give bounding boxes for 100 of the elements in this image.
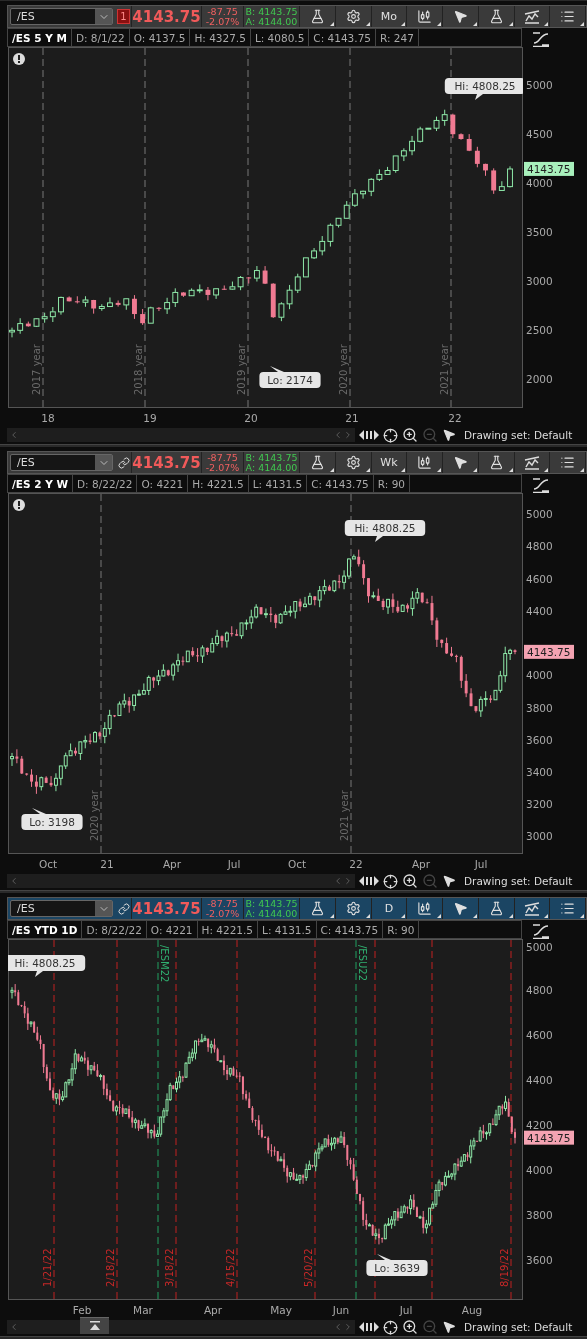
marker-label: 2021 year	[339, 790, 350, 841]
pan-icon[interactable]	[359, 875, 379, 887]
axis-label: 22	[448, 412, 462, 424]
price-callout: Hi: 4808.25	[444, 78, 526, 100]
axis-label: Apr	[203, 1304, 223, 1316]
ask-price: A: 4144.00	[245, 16, 298, 27]
bid-price: B: 4143.75	[245, 898, 298, 909]
marker-label: 2/18/22	[105, 1248, 116, 1287]
symbol-field[interactable]: /ES	[10, 8, 113, 25]
marker-label: 2017 year	[31, 344, 42, 395]
cursor-icon	[452, 9, 468, 24]
price-callout: Lo: 3639	[366, 1254, 428, 1276]
axis-label: 19	[143, 412, 157, 424]
price-callout: Hi: 4808.25	[8, 955, 86, 977]
last-price: 4143.75	[132, 453, 201, 472]
zoom-in-icon[interactable]	[402, 1319, 418, 1335]
percent-change: -2.07%	[205, 16, 240, 27]
settings-icon	[345, 9, 361, 24]
period-button[interactable]: Mo	[371, 6, 408, 27]
axis-label: 3200	[526, 798, 553, 810]
marker-label: 2020 year	[338, 344, 349, 395]
cursor-icon[interactable]	[442, 428, 456, 442]
candlestick-icon	[417, 9, 433, 24]
axis-label: 20	[244, 412, 258, 424]
axis-label: 21	[345, 412, 359, 424]
axis-label: May	[270, 1304, 292, 1316]
net-change: -87.75	[207, 452, 238, 463]
period-button[interactable]: D	[371, 898, 408, 919]
axis-label: 2500	[526, 324, 553, 336]
drawing-set-label[interactable]: Drawing set: Default	[464, 1321, 573, 1333]
symbol-field[interactable]: /ES	[10, 900, 113, 917]
percent-change: -2.07%	[205, 908, 240, 919]
menu-icon	[560, 9, 576, 24]
flask-icon	[488, 901, 504, 916]
marker-label: 2020 year	[89, 790, 100, 841]
candlestick-icon	[417, 901, 433, 916]
axis-label: Apr	[411, 858, 431, 870]
price-callout: Lo: 3198	[21, 808, 83, 830]
axis-label: Mar	[133, 1304, 153, 1316]
axis-label: 4600	[526, 573, 553, 585]
cursor-icon	[452, 455, 468, 470]
axis-label: 4400	[526, 605, 553, 617]
pan-icon[interactable]	[359, 429, 379, 441]
axis-label: 5000	[526, 508, 553, 520]
drawing-tools-icon	[523, 9, 540, 24]
marker-label: 2021 year	[439, 344, 450, 395]
ask-price: A: 4144.00	[245, 908, 298, 919]
zoom-in-icon[interactable]	[402, 427, 418, 443]
axis-label: 4400	[526, 1074, 553, 1086]
link-icon[interactable]	[117, 456, 130, 469]
cursor-icon[interactable]	[442, 874, 456, 888]
net-change: -87.75	[207, 6, 238, 17]
link-badge[interactable]: 1	[117, 9, 130, 24]
axis-label: 3800	[526, 702, 553, 714]
settings-icon	[345, 901, 361, 916]
drawing-set-label[interactable]: Drawing set: Default	[464, 429, 573, 441]
percent-change: -2.07%	[205, 462, 240, 473]
drawing-set-label[interactable]: Drawing set: Default	[464, 875, 573, 887]
ask-price: A: 4144.00	[245, 462, 298, 473]
link-icon[interactable]	[117, 902, 130, 915]
menu-icon	[560, 455, 576, 470]
pan-icon[interactable]	[359, 1321, 379, 1333]
flask-icon	[309, 901, 325, 916]
cursor-icon	[452, 901, 468, 916]
scale-icon[interactable]	[532, 922, 550, 940]
axis-label: 22	[349, 858, 363, 870]
contract-label: /ESU22	[357, 945, 368, 982]
flask-icon	[309, 9, 325, 24]
axis-label: 4800	[526, 540, 553, 552]
axis-label: 4800	[526, 984, 553, 996]
alert-icon[interactable]	[13, 499, 25, 511]
symbol-field[interactable]: /ES	[10, 454, 113, 471]
axis-label: 3800	[526, 1209, 553, 1221]
cursor-icon[interactable]	[442, 1320, 456, 1334]
axis-label: 3000	[526, 830, 553, 842]
crosshair-icon[interactable]	[383, 427, 398, 443]
axis-label: 3600	[526, 734, 553, 746]
axis-label: Apr	[162, 858, 182, 870]
axis-label: Oct	[38, 858, 58, 870]
marker-label: 4/15/22	[225, 1248, 236, 1287]
marker-label: 2018 year	[133, 344, 144, 395]
crosshair-icon[interactable]	[383, 873, 398, 889]
axis-label: 3600	[526, 1254, 553, 1266]
chart-title: /ES 5 Y M	[7, 28, 72, 47]
scale-icon[interactable]	[532, 30, 550, 48]
axis-label: Jul	[474, 858, 488, 870]
axis-label: Jul	[227, 858, 241, 870]
crosshair-icon[interactable]	[383, 1319, 398, 1335]
period-button[interactable]: Wk	[371, 452, 408, 473]
scale-icon[interactable]	[532, 476, 550, 494]
collapse-button[interactable]	[80, 1317, 109, 1334]
alert-icon[interactable]	[13, 53, 25, 65]
drawing-tools-icon	[523, 901, 540, 916]
axis-label: 5000	[526, 941, 553, 953]
axis-label: 4500	[526, 128, 553, 140]
net-change: -87.75	[207, 898, 238, 909]
chart-title: /ES YTD 1D	[7, 920, 83, 939]
bid-price: B: 4143.75	[245, 6, 298, 17]
flask-icon	[488, 455, 504, 470]
zoom-in-icon[interactable]	[402, 873, 418, 889]
